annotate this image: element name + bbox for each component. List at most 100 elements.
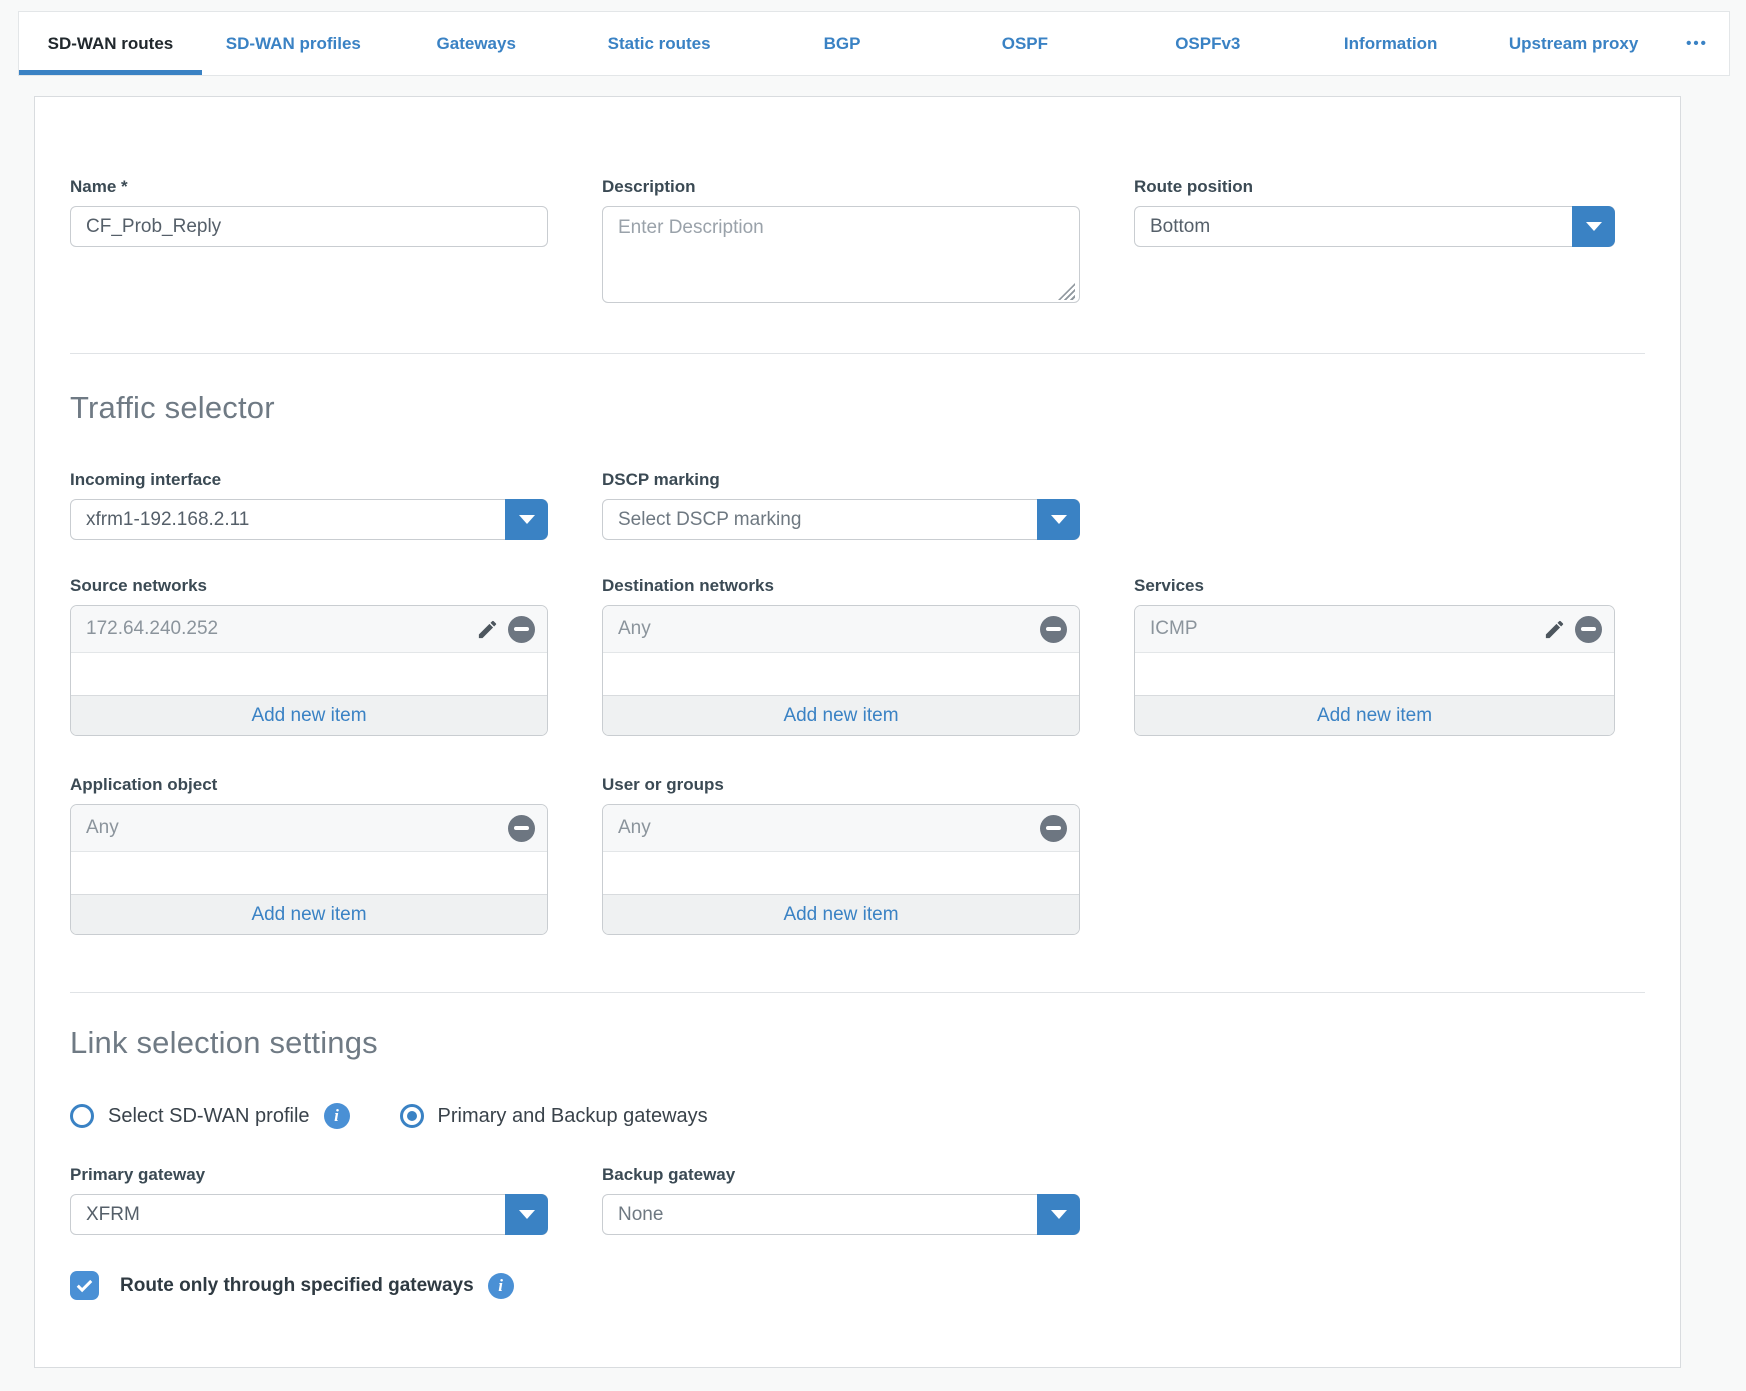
primary-gateway-label: Primary gateway	[70, 1165, 548, 1185]
user-or-groups-label: User or groups	[602, 775, 1080, 795]
add-new-item-button[interactable]: Add new item	[71, 894, 547, 934]
remove-icon[interactable]	[1039, 814, 1067, 842]
add-new-item-label: Add new item	[251, 705, 366, 727]
services-label: Services	[1134, 576, 1615, 596]
list-item-value: Any	[618, 618, 1033, 640]
radio-icon[interactable]	[70, 1104, 94, 1128]
add-new-item-label: Add new item	[783, 705, 898, 727]
add-new-item-button[interactable]: Add new item	[603, 695, 1079, 735]
tab-gateways[interactable]: Gateways	[385, 12, 568, 75]
list-item-value: Any	[618, 817, 1033, 839]
tab-ospf[interactable]: OSPF	[933, 12, 1116, 75]
description-field-group: Description	[602, 177, 1080, 308]
tab-sdwan-routes[interactable]: SD-WAN routes	[19, 12, 202, 75]
user-or-groups-group: User or groups Any Add new item	[602, 775, 1080, 935]
list-item: Any	[603, 606, 1079, 653]
divider	[70, 992, 1645, 993]
tab-sdwan-profiles[interactable]: SD-WAN profiles	[202, 12, 385, 75]
services-list: ICMP Add new item	[1134, 605, 1615, 736]
primary-gateway-select[interactable]: XFRM	[70, 1194, 548, 1235]
list-item-value: Any	[86, 817, 501, 839]
dscp-marking-select[interactable]: Select DSCP marking	[602, 499, 1080, 540]
list-item: Any	[71, 805, 547, 852]
add-new-item-label: Add new item	[1317, 705, 1432, 727]
backup-gateway-value: None	[603, 1195, 1079, 1234]
chevron-down-icon[interactable]	[1037, 1194, 1080, 1235]
info-icon[interactable]: i	[488, 1273, 514, 1299]
radio-label: Select SD-WAN profile	[108, 1105, 310, 1128]
primary-gateway-value: XFRM	[71, 1195, 547, 1234]
route-only-label: Route only through specified gateways	[120, 1275, 474, 1297]
dscp-marking-value: Select DSCP marking	[603, 500, 1079, 539]
list-empty-area	[1135, 653, 1614, 695]
add-new-item-label: Add new item	[251, 904, 366, 926]
list-item-value: ICMP	[1150, 618, 1534, 640]
name-label: Name *	[70, 177, 548, 197]
route-position-label: Route position	[1134, 177, 1615, 197]
remove-icon[interactable]	[1574, 615, 1602, 643]
remove-icon[interactable]	[1039, 615, 1067, 643]
edit-icon[interactable]	[473, 615, 501, 643]
route-position-value: Bottom	[1135, 207, 1614, 246]
chevron-down-icon[interactable]	[1572, 206, 1615, 247]
add-new-item-button[interactable]: Add new item	[1135, 695, 1614, 735]
add-new-item-button[interactable]: Add new item	[71, 695, 547, 735]
application-object-list: Any Add new item	[70, 804, 548, 935]
route-only-checkbox[interactable]	[70, 1271, 99, 1300]
list-empty-area	[603, 852, 1079, 894]
description-label: Description	[602, 177, 1080, 197]
add-new-item-button[interactable]: Add new item	[603, 894, 1079, 934]
application-object-label: Application object	[70, 775, 548, 795]
traffic-selector-title: Traffic selector	[70, 390, 1645, 426]
add-new-item-label: Add new item	[783, 904, 898, 926]
networks-services-row: Source networks 172.64.240.252 Add new i…	[70, 576, 1645, 736]
description-textarea[interactable]	[602, 206, 1080, 303]
remove-icon[interactable]	[507, 814, 535, 842]
primary-gateway-group: Primary gateway XFRM	[70, 1165, 548, 1235]
radio-checked-icon[interactable]	[400, 1104, 424, 1128]
services-group: Services ICMP Add new item	[1134, 576, 1615, 736]
radio-primary-backup-gateways[interactable]: Primary and Backup gateways	[400, 1104, 708, 1128]
chevron-down-icon[interactable]	[1037, 499, 1080, 540]
backup-gateway-group: Backup gateway None	[602, 1165, 1080, 1235]
route-only-row: Route only through specified gateways i	[70, 1271, 1645, 1300]
incoming-interface-label: Incoming interface	[70, 470, 548, 490]
chevron-down-icon[interactable]	[505, 1194, 548, 1235]
dscp-marking-label: DSCP marking	[602, 470, 1080, 490]
application-users-row: Application object Any Add new item User…	[70, 775, 1645, 935]
destination-networks-group: Destination networks Any Add new item	[602, 576, 1080, 736]
link-selection-radios: Select SD-WAN profile i Primary and Back…	[70, 1103, 1645, 1129]
remove-icon[interactable]	[507, 615, 535, 643]
info-icon[interactable]: i	[324, 1103, 350, 1129]
name-input[interactable]	[70, 206, 548, 247]
route-form-card: Name * Description Route position Bottom…	[34, 96, 1681, 1368]
backup-gateway-select[interactable]: None	[602, 1194, 1080, 1235]
list-item: Any	[603, 805, 1079, 852]
more-tabs-icon[interactable]: •••	[1665, 12, 1729, 75]
tab-information[interactable]: Information	[1299, 12, 1482, 75]
destination-networks-label: Destination networks	[602, 576, 1080, 596]
dscp-marking-group: DSCP marking Select DSCP marking	[602, 470, 1080, 540]
incoming-interface-select[interactable]: xfrm1-192.168.2.11	[70, 499, 548, 540]
tab-bar: SD-WAN routes SD-WAN profiles Gateways S…	[18, 11, 1730, 76]
list-item: 172.64.240.252	[71, 606, 547, 653]
radio-label: Primary and Backup gateways	[438, 1105, 708, 1128]
name-field-group: Name *	[70, 177, 548, 247]
tab-ospfv3[interactable]: OSPFv3	[1116, 12, 1299, 75]
tab-upstream-proxy[interactable]: Upstream proxy	[1482, 12, 1665, 75]
tab-bgp[interactable]: BGP	[751, 12, 934, 75]
source-networks-list: 172.64.240.252 Add new item	[70, 605, 548, 736]
tab-static-routes[interactable]: Static routes	[568, 12, 751, 75]
general-fields-row: Name * Description Route position Bottom	[70, 177, 1645, 308]
radio-select-sdwan-profile[interactable]: Select SD-WAN profile	[70, 1104, 310, 1128]
route-position-select[interactable]: Bottom	[1134, 206, 1615, 247]
chevron-down-icon[interactable]	[505, 499, 548, 540]
gateways-row: Primary gateway XFRM Backup gateway None	[70, 1165, 1645, 1235]
edit-icon[interactable]	[1540, 615, 1568, 643]
list-item: ICMP	[1135, 606, 1614, 653]
list-empty-area	[71, 653, 547, 695]
source-networks-label: Source networks	[70, 576, 548, 596]
divider	[70, 353, 1645, 354]
link-selection-title: Link selection settings	[70, 1025, 1645, 1061]
incoming-interface-value: xfrm1-192.168.2.11	[71, 500, 547, 539]
